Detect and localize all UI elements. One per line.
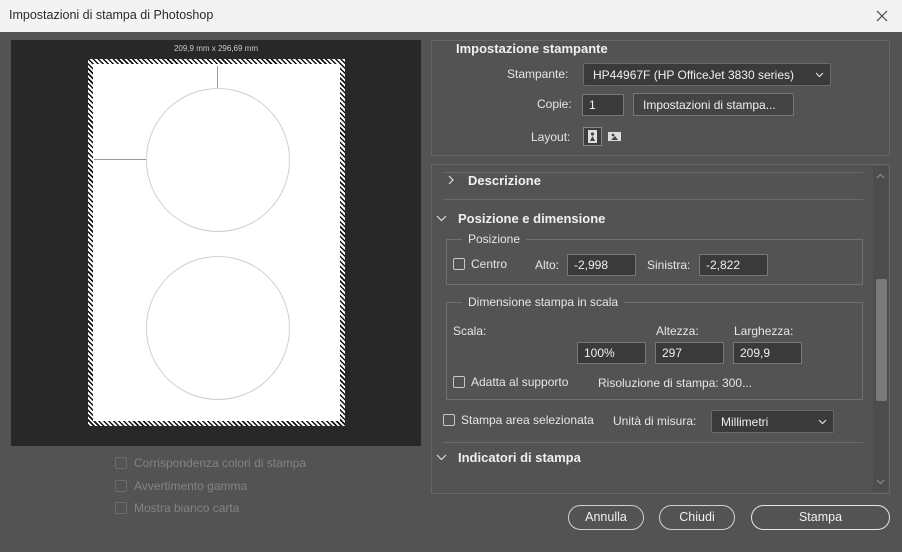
paper-white-checkbox[interactable]	[115, 502, 127, 514]
height-label: Altezza:	[656, 324, 699, 338]
printer-label: Stampante:	[507, 67, 569, 81]
width-value: 209,9	[740, 346, 771, 360]
top-value: -2,998	[574, 258, 609, 272]
width-input[interactable]: 209,9	[733, 342, 802, 364]
print-preview: 209,9 mm x 296,69 mm	[11, 40, 421, 446]
description-heading: Descrizione	[468, 173, 541, 188]
divider	[443, 199, 863, 200]
printer-setup-heading: Impostazione stampante	[456, 41, 608, 56]
width-label: Larghezza:	[734, 324, 794, 338]
portrait-layout-icon	[588, 130, 597, 143]
print-resolution-text: Risoluzione di stampa: 300...	[598, 376, 753, 390]
center-checkbox[interactable]	[453, 258, 465, 270]
scrollbar-thumb[interactable]	[876, 279, 887, 401]
paper-white-label: Mostra bianco carta	[134, 501, 240, 515]
copies-label: Copie:	[537, 97, 572, 111]
position-size-heading: Posizione e dimensione	[458, 211, 606, 226]
crop-line-horizontal	[94, 159, 147, 160]
gamut-warning-checkbox[interactable]	[115, 480, 127, 492]
chevron-down-icon	[818, 419, 827, 425]
top-input[interactable]: -2,998	[567, 254, 636, 276]
left-input[interactable]: -2,822	[699, 254, 768, 276]
close-icon	[876, 10, 888, 22]
printer-select[interactable]: HP44967F (HP OfficeJet 3830 series)	[583, 63, 831, 86]
gamut-warning-label: Avvertimento gamma	[134, 479, 248, 493]
scaled-print-size-legend: Dimensione stampa in scala	[462, 295, 625, 309]
units-select[interactable]: Millimetri	[711, 410, 834, 433]
fit-media-label: Adatta al supporto	[471, 375, 569, 389]
color-match-checkbox[interactable]	[115, 457, 127, 469]
left-value: -2,822	[706, 258, 741, 272]
landscape-layout-icon	[608, 132, 621, 141]
units-label: Unità di misura:	[613, 414, 697, 428]
position-legend: Posizione	[462, 232, 527, 246]
scroll-up-icon	[876, 173, 885, 179]
print-marks-heading: Indicatori di stampa	[458, 450, 581, 465]
chevron-right-icon	[448, 175, 454, 185]
printer-select-value: HP44967F (HP OfficeJet 3830 series)	[593, 68, 794, 82]
print-settings-button[interactable]: Impostazioni di stampa...	[633, 93, 794, 116]
print-selected-area-label: Stampa area selezionata	[461, 413, 594, 427]
crop-line-vertical	[217, 66, 218, 88]
layout-label: Layout:	[531, 130, 571, 144]
top-label: Alto:	[535, 258, 560, 272]
print-selected-area-checkbox[interactable]	[443, 414, 455, 426]
close-window-button[interactable]	[871, 5, 893, 27]
portrait-layout-button[interactable]	[583, 127, 602, 146]
landscape-layout-button[interactable]	[606, 128, 623, 145]
print-marks-section-toggle[interactable]: Indicatori di stampa	[436, 450, 736, 468]
scale-label: Scala:	[453, 324, 487, 338]
chevron-down-icon	[815, 72, 824, 78]
copies-input[interactable]: 1	[582, 94, 624, 116]
color-match-label: Corrispondenza colori di stampa	[134, 456, 307, 470]
close-button[interactable]: Chiudi	[659, 505, 735, 530]
title-bar: Impostazioni di stampa di Photoshop	[0, 0, 902, 32]
description-section-toggle[interactable]: Descrizione	[446, 173, 746, 191]
left-label: Sinistra:	[647, 258, 691, 272]
chevron-down-icon	[436, 215, 447, 222]
scale-input[interactable]: 100%	[577, 342, 646, 364]
copies-value: 1	[589, 98, 596, 112]
scroll-down-icon	[876, 479, 885, 485]
height-input[interactable]: 297	[655, 342, 724, 364]
position-size-section-toggle[interactable]: Posizione e dimensione	[436, 211, 736, 229]
window-title: Impostazioni di stampa di Photoshop	[9, 8, 214, 22]
print-settings-label: Impostazioni di stampa...	[643, 98, 776, 112]
cancel-button[interactable]: Annulla	[568, 505, 644, 530]
paper-size-label: 209,9 mm x 296,69 mm	[173, 44, 259, 53]
image-circle-top[interactable]	[146, 88, 290, 232]
print-button[interactable]: Stampa	[751, 505, 890, 530]
image-circle-bottom[interactable]	[146, 256, 290, 400]
units-select-value: Millimetri	[721, 415, 769, 429]
height-value: 297	[662, 346, 683, 360]
scale-value: 100%	[584, 346, 615, 360]
divider	[443, 442, 863, 443]
chevron-down-icon	[436, 454, 447, 461]
fit-media-checkbox[interactable]	[453, 376, 465, 388]
center-label: Centro	[471, 257, 508, 271]
